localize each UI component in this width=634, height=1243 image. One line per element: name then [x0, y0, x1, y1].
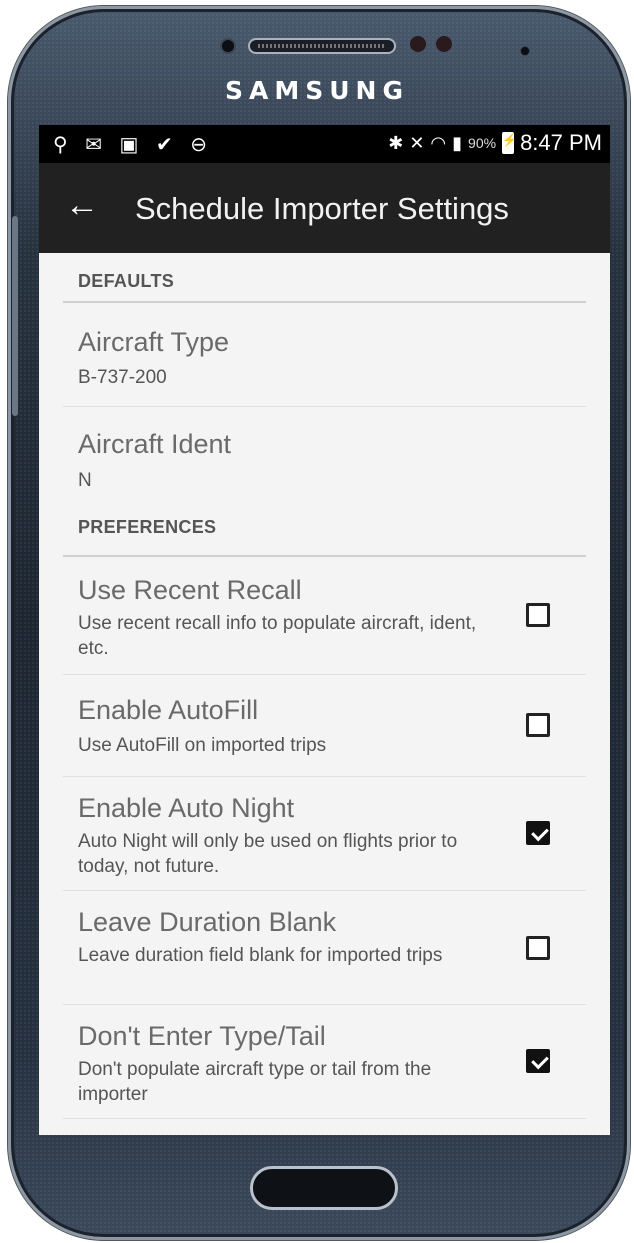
settings-list: DEFAULTS Aircraft Type B-737-200 Aircraf…	[39, 253, 610, 1119]
checkbox-leave-duration-blank[interactable]	[526, 936, 550, 960]
wifi-icon: ◠	[430, 132, 447, 153]
system-icons: ✱ ✕ ◠ ▮ 90% 8:47 PM	[388, 130, 602, 156]
proximity-sensor	[410, 36, 426, 52]
checkbox-enable-auto-night[interactable]	[526, 821, 550, 845]
pref-use-recent-recall[interactable]: Use Recent Recall Use recent recall info…	[63, 557, 586, 675]
earpiece-speaker	[248, 38, 396, 54]
notification-icons: ⚲ ✉ ▣ ✔ ⊖	[53, 134, 214, 156]
app-bar: ← Schedule Importer Settings	[39, 163, 610, 253]
pref-aircraft-type[interactable]: Aircraft Type B-737-200	[63, 303, 586, 407]
checkbox-use-recent-recall[interactable]	[526, 603, 550, 627]
pref-dont-enter-type-tail[interactable]: Don't Enter Type/Tail Don't populate air…	[63, 1005, 586, 1119]
brand-logo: SAMSUNG	[225, 76, 409, 105]
back-arrow-icon[interactable]: ←	[65, 185, 99, 225]
front-camera	[220, 38, 236, 54]
pref-value: N	[78, 470, 92, 491]
pref-summary: Auto Night will only be used on flights …	[78, 831, 458, 877]
signal-icon: ▮	[452, 132, 463, 153]
home-button[interactable]	[250, 1166, 398, 1210]
light-sensor	[436, 36, 452, 52]
pref-title: Leave Duration Blank	[78, 907, 337, 937]
checkbox-enable-autofill[interactable]	[526, 713, 550, 737]
pref-enable-autofill[interactable]: Enable AutoFill Use AutoFill on imported…	[63, 675, 586, 777]
pref-title: Aircraft Ident	[78, 429, 232, 459]
pref-summary: Use recent recall info to populate aircr…	[78, 613, 477, 659]
pref-title: Aircraft Type	[78, 327, 230, 357]
volume-button	[12, 216, 18, 416]
bluetooth-icon: ✱	[388, 132, 404, 153]
pref-title: Enable Auto Night	[78, 793, 295, 823]
pref-aircraft-ident[interactable]: Aircraft Ident N	[63, 407, 586, 507]
page-title: Schedule Importer Settings	[135, 191, 509, 226]
battery-percent: 90%	[468, 135, 497, 151]
battery-icon	[502, 132, 517, 154]
pref-title: Don't Enter Type/Tail	[78, 1021, 326, 1051]
section-header-defaults: DEFAULTS	[63, 253, 586, 303]
clock: 8:47 PM	[520, 130, 602, 155]
pref-summary: Don't populate aircraft type or tail fro…	[78, 1059, 432, 1105]
status-bar: ⚲ ✉ ▣ ✔ ⊖ ✱ ✕ ◠ ▮ 90% 8:47 PM	[39, 125, 610, 163]
pref-summary: Leave duration field blank for imported …	[78, 945, 443, 966]
pref-title: Enable AutoFill	[78, 695, 259, 725]
notification-led	[520, 46, 530, 56]
pref-leave-duration-blank[interactable]: Leave Duration Blank Leave duration fiel…	[63, 891, 586, 1005]
section-header-label: PREFERENCES	[78, 517, 217, 537]
pref-title: Use Recent Recall	[78, 575, 302, 605]
pref-enable-auto-night[interactable]: Enable Auto Night Auto Night will only b…	[63, 777, 586, 891]
checkbox-dont-enter-type-tail[interactable]	[526, 1049, 550, 1073]
section-header-preferences: PREFERENCES	[63, 507, 586, 557]
pref-summary: Use AutoFill on imported trips	[78, 735, 327, 756]
section-header-label: DEFAULTS	[78, 271, 175, 291]
pref-value: B-737-200	[78, 367, 167, 388]
screen: ⚲ ✉ ▣ ✔ ⊖ ✱ ✕ ◠ ▮ 90% 8:47 PM ← Schedule…	[39, 125, 610, 1135]
mute-icon: ✕	[409, 132, 425, 153]
